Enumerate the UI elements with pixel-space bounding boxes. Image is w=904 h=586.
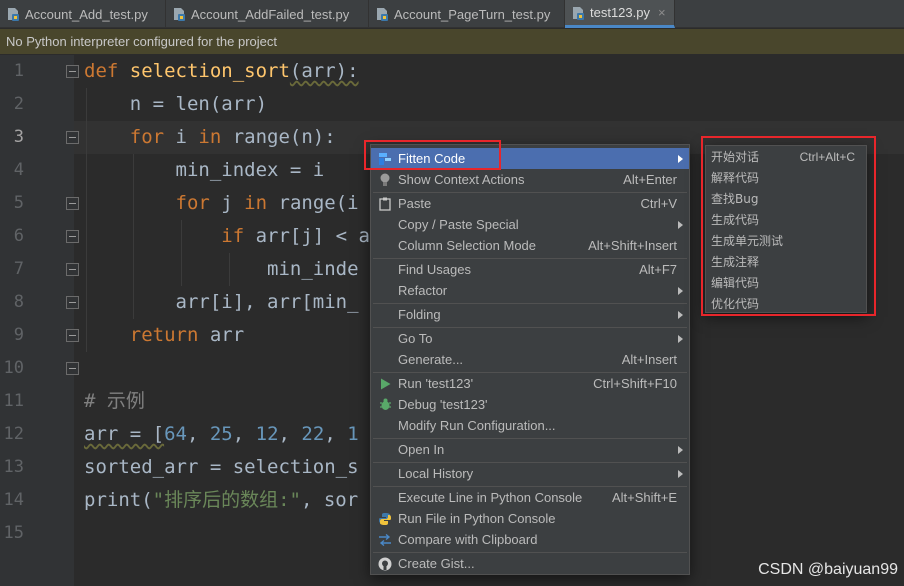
menu-item-debug[interactable]: Debug 'test123' <box>371 394 689 415</box>
submenu-arrow-icon <box>678 286 683 295</box>
line-number: 6 <box>13 226 24 246</box>
code-line: # 示例 <box>84 390 145 412</box>
menu-item-copy-paste-special[interactable]: Copy / Paste Special <box>371 214 689 235</box>
menu-item-open-in[interactable]: Open In <box>371 439 689 460</box>
code-line: def selection_sort(arr): <box>84 60 359 82</box>
tab-account-addfailed-test[interactable]: Account_AddFailed_test.py <box>166 0 369 28</box>
menu-item-local-history[interactable]: Local History <box>371 463 689 484</box>
menu-item-refactor[interactable]: Refactor <box>371 280 689 301</box>
fitten-code-submenu: 开始对话 Ctrl+Alt+C 解释代码 查找Bug 生成代码 生成单元测试 生… <box>705 145 867 313</box>
menu-item-modify-run-configuration[interactable]: Modify Run Configuration... <box>371 415 689 436</box>
menu-item-fitten-code[interactable]: Fitten Code <box>371 148 689 169</box>
tab-label: test123.py <box>590 5 650 20</box>
close-tab-icon[interactable]: × <box>658 5 666 20</box>
submenu-item-optimize-code[interactable]: 优化代码 <box>706 293 866 314</box>
editor-context-menu: Fitten Code Show Context Actions Alt+Ent… <box>370 144 690 575</box>
line-number: 10 <box>3 358 24 378</box>
submenu-arrow-icon <box>678 310 683 319</box>
menu-item-column-selection-mode[interactable]: Column Selection Mode Alt+Shift+Insert <box>371 235 689 256</box>
fitten-icon <box>378 152 392 166</box>
compare-icon <box>378 533 392 547</box>
line-number: 14 <box>3 490 24 510</box>
csdn-watermark: CSDN @baiyuan99 <box>758 561 898 578</box>
line-number: 3 <box>13 127 24 147</box>
python-file-icon <box>174 8 185 21</box>
code-line: arr = [64, 25, 12, 22, 1 <box>84 423 359 445</box>
submenu-item-explain-code[interactable]: 解释代码 <box>706 167 866 188</box>
code-line: print("排序后的数组:", sor <box>84 489 359 511</box>
menu-item-paste[interactable]: Paste Ctrl+V <box>371 193 689 214</box>
fold-marker-icon[interactable] <box>66 263 79 276</box>
line-number: 12 <box>3 424 24 444</box>
clipboard-icon <box>378 197 392 211</box>
editor-tab-bar: Account_Add_test.py Account_AddFailed_te… <box>0 0 904 28</box>
code-line: if arr[j] < a <box>84 225 370 247</box>
code-line: for i in range(n): <box>84 126 336 148</box>
line-number: 1 <box>13 61 24 81</box>
submenu-item-generate-comments[interactable]: 生成注释 <box>706 251 866 272</box>
code-line: return arr <box>84 324 245 346</box>
code-line: n = len(arr) <box>84 93 268 115</box>
submenu-item-start-chat[interactable]: 开始对话 Ctrl+Alt+C <box>706 146 866 167</box>
menu-item-generate[interactable]: Generate... Alt+Insert <box>371 349 689 370</box>
menu-item-show-context-actions[interactable]: Show Context Actions Alt+Enter <box>371 169 689 190</box>
code-line: min_inde <box>84 258 359 280</box>
submenu-arrow-icon <box>678 445 683 454</box>
line-number: 9 <box>13 325 24 345</box>
submenu-item-edit-code[interactable]: 编辑代码 <box>706 272 866 293</box>
line-number: 15 <box>3 523 24 543</box>
submenu-item-find-bug[interactable]: 查找Bug <box>706 188 866 209</box>
submenu-arrow-icon <box>678 334 683 343</box>
menu-item-run[interactable]: Run 'test123' Ctrl+Shift+F10 <box>371 373 689 394</box>
code-line: for j in range(i <box>84 192 359 214</box>
interpreter-warning-banner: No Python interpreter configured for the… <box>0 29 904 54</box>
line-number: 8 <box>13 292 24 312</box>
line-number: 4 <box>13 160 24 180</box>
line-number: 2 <box>13 94 24 114</box>
menu-item-run-file-in-console[interactable]: Run File in Python Console <box>371 508 689 529</box>
menu-item-create-gist[interactable]: Create Gist... <box>371 553 689 574</box>
fold-marker-icon[interactable] <box>66 230 79 243</box>
menu-item-compare-with-clipboard[interactable]: Compare with Clipboard <box>371 529 689 550</box>
menu-item-find-usages[interactable]: Find Usages Alt+F7 <box>371 259 689 280</box>
code-line: arr[i], arr[min_ <box>84 291 359 313</box>
fold-marker-icon[interactable] <box>66 296 79 309</box>
python-file-icon <box>573 6 584 20</box>
menu-item-folding[interactable]: Folding <box>371 304 689 325</box>
fold-marker-icon[interactable] <box>66 197 79 210</box>
code-line: min_index = i <box>84 159 325 181</box>
line-gutter: 1 2 3 4 5 6 7 8 9 10 11 12 13 14 15 <box>0 55 74 586</box>
code-line: sorted_arr = selection_s <box>84 456 359 478</box>
fold-marker-icon[interactable] <box>66 329 79 342</box>
python-file-icon <box>8 8 19 21</box>
debug-icon <box>378 398 392 412</box>
line-number: 5 <box>13 193 24 213</box>
fold-marker-icon[interactable] <box>66 131 79 144</box>
submenu-item-generate-unit-tests[interactable]: 生成单元测试 <box>706 230 866 251</box>
line-number: 13 <box>3 457 24 477</box>
submenu-arrow-icon <box>678 154 683 163</box>
submenu-arrow-icon <box>678 469 683 478</box>
tab-label: Account_Add_test.py <box>25 6 148 22</box>
submenu-arrow-icon <box>678 220 683 229</box>
fold-marker-icon[interactable] <box>66 65 79 78</box>
line-number: 11 <box>3 391 24 411</box>
run-icon <box>378 377 392 391</box>
line-number: 7 <box>13 259 24 279</box>
banner-text: No Python interpreter configured for the… <box>6 34 277 49</box>
tab-account-add-test[interactable]: Account_Add_test.py <box>0 0 166 28</box>
tab-label: Account_PageTurn_test.py <box>394 6 551 22</box>
tab-account-pageturn-test[interactable]: Account_PageTurn_test.py <box>369 0 565 28</box>
bulb-icon <box>378 173 392 187</box>
menu-item-go-to[interactable]: Go To <box>371 328 689 349</box>
submenu-item-generate-code[interactable]: 生成代码 <box>706 209 866 230</box>
github-icon <box>378 557 392 571</box>
tab-test123[interactable]: test123.py × <box>565 0 675 28</box>
tab-label: Account_AddFailed_test.py <box>191 6 350 22</box>
python-icon <box>378 512 392 526</box>
fold-marker-icon[interactable] <box>66 362 79 375</box>
python-file-icon <box>377 8 388 21</box>
menu-item-execute-line-in-console[interactable]: Execute Line in Python Console Alt+Shift… <box>371 487 689 508</box>
